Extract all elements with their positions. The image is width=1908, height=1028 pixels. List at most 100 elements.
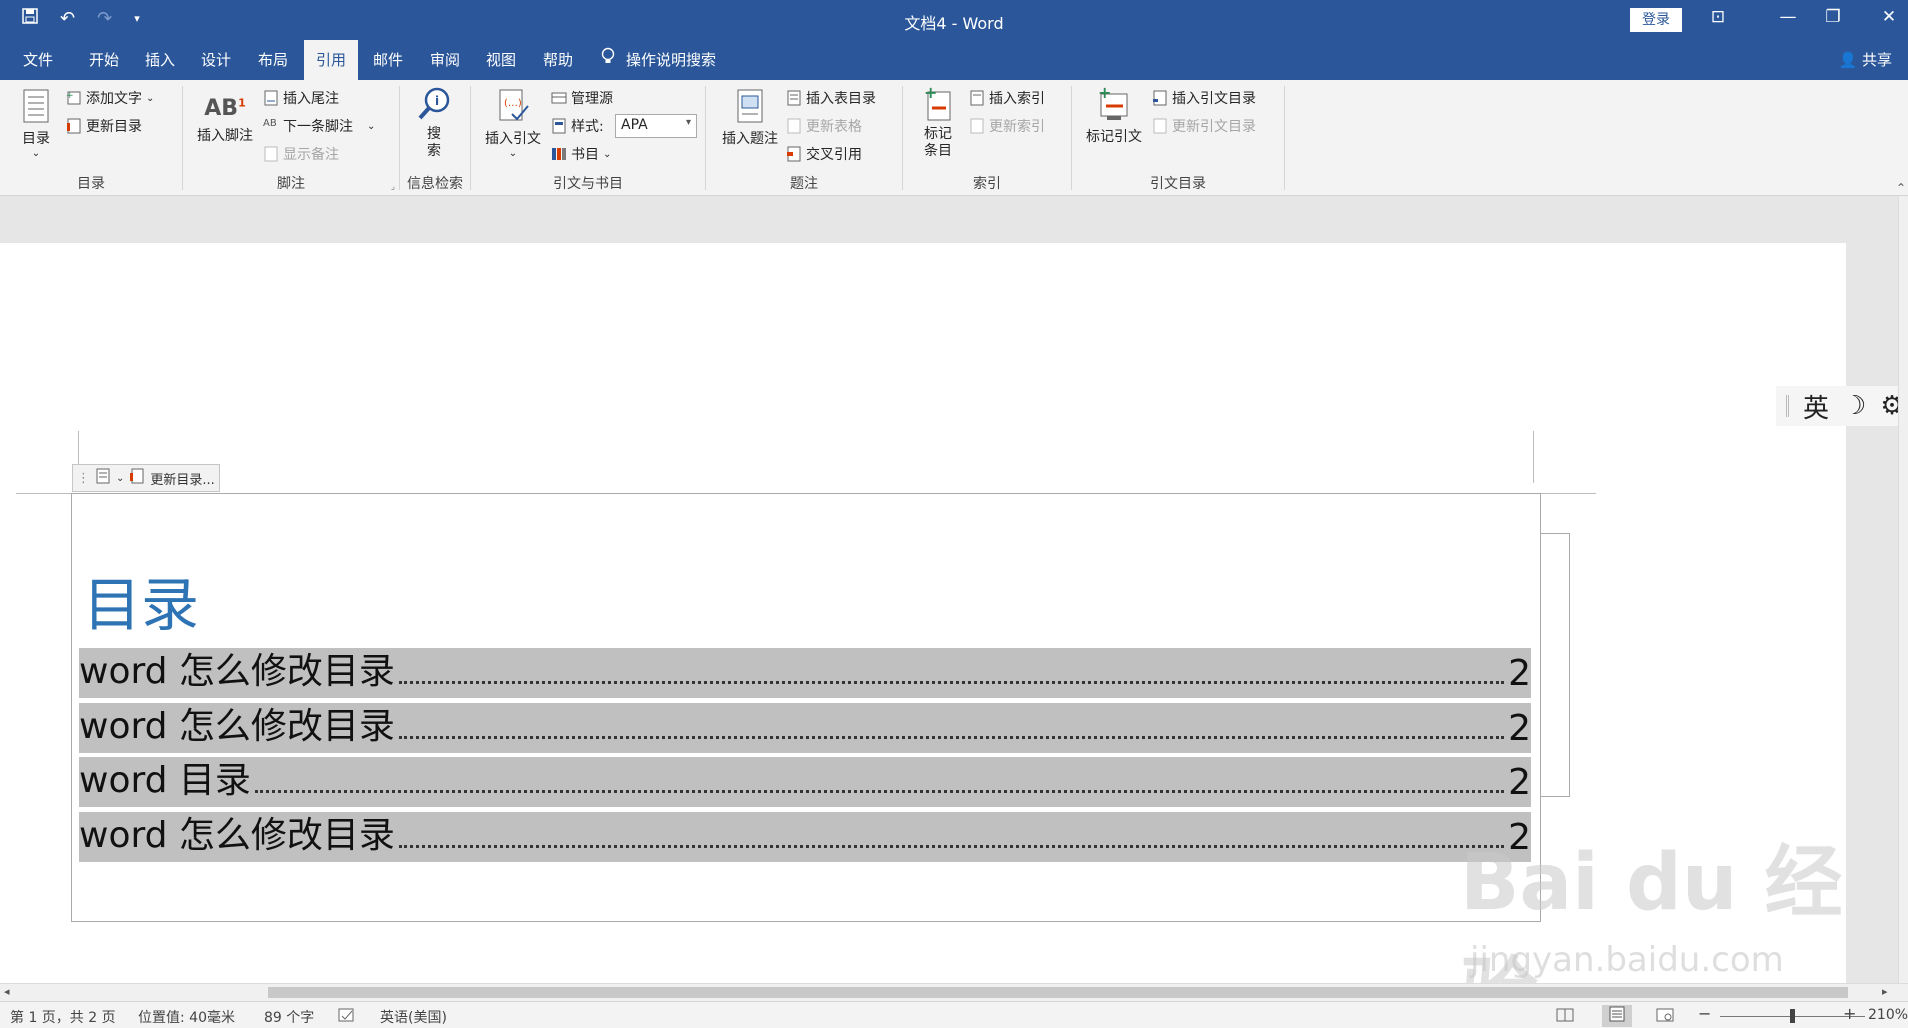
tab-view[interactable]: 视图 [477, 40, 525, 80]
person-icon: 👤 [1838, 51, 1858, 69]
tab-file[interactable]: 文件 [14, 40, 62, 80]
toc-icon [23, 89, 49, 123]
update-table-button[interactable]: 更新表格 [786, 116, 862, 136]
insert-endnote-button[interactable]: 插入尾注 [263, 88, 339, 108]
zoom-in-button[interactable]: + [1843, 1004, 1856, 1023]
zoom-level[interactable]: 210% [1868, 1007, 1908, 1023]
chevron-down-icon[interactable]: ⌄ [116, 473, 124, 484]
tab-help[interactable]: 帮助 [534, 40, 582, 80]
vertical-scrollbar[interactable] [1898, 196, 1908, 983]
ribbon-display-options-icon[interactable]: ⊡ [1703, 7, 1733, 27]
update-toc-icon [66, 118, 82, 134]
mark-entry-button[interactable]: + 标记 条目 [913, 86, 963, 160]
word-count[interactable]: 89 个字 [264, 1007, 314, 1027]
tab-home[interactable]: 开始 [80, 40, 128, 80]
search-button[interactable]: i 搜 索 [414, 86, 454, 160]
scroll-right-icon[interactable]: ▸ [1882, 985, 1888, 998]
drag-handle-icon[interactable]: ⋮ [77, 471, 90, 486]
bibliography-button[interactable]: 书目 ⌄ [551, 144, 611, 164]
tab-design[interactable]: 设计 [192, 40, 240, 80]
print-layout-icon[interactable] [1602, 1005, 1632, 1027]
show-notes-label: 显示备注 [283, 147, 339, 163]
tab-mailings[interactable]: 邮件 [364, 40, 412, 80]
ribbon: 目录 ⌄ + 添加文字 ⌄ 更新目录 目录 AB1 插入脚注 插入尾注 AB 下一… [0, 80, 1908, 196]
style-dropdown[interactable]: APA ▾ [615, 114, 697, 138]
svg-text:i: i [435, 94, 439, 108]
update-toc-control-label[interactable]: 更新目录... [150, 469, 214, 488]
login-button[interactable]: 登录 [1630, 8, 1682, 32]
horizontal-scroll-thumb[interactable] [268, 987, 1848, 998]
update-toc-label: 更新目录 [86, 119, 142, 135]
insert-table-of-authorities-button[interactable]: 插入引文目录 [1152, 88, 1256, 108]
toc-entry-text: word 怎么修改目录 [79, 815, 395, 856]
share-label: 共享 [1861, 51, 1892, 69]
update-table-icon [786, 118, 802, 134]
read-mode-icon[interactable] [1556, 1007, 1574, 1027]
toc-leader-dots [398, 845, 1505, 848]
horizontal-scrollbar[interactable]: ◂ ▸ [0, 983, 1908, 1001]
zoom-slider-knob[interactable] [1790, 1009, 1795, 1023]
cross-reference-button[interactable]: 交叉引用 [786, 144, 862, 164]
toc-entry-text: word 怎么修改目录 [79, 706, 395, 747]
group-label: 索引 [973, 176, 1001, 192]
collapse-ribbon-icon[interactable]: ⌃ [1896, 181, 1906, 195]
next-footnote-button[interactable]: AB 下一条脚注 ⌄ [263, 116, 375, 136]
update-index-button[interactable]: 更新索引 [969, 116, 1045, 136]
add-text-button[interactable]: + 添加文字 ⌄ [66, 88, 154, 108]
web-layout-icon[interactable] [1656, 1007, 1674, 1027]
toc-entry-page: 2 [1508, 653, 1531, 694]
language-indicator[interactable]: 英语(美国) [380, 1007, 447, 1027]
mark-citation-button[interactable]: + 标记引文 [1082, 86, 1146, 146]
minimize-icon[interactable]: — [1773, 7, 1803, 27]
ime-language-toggle[interactable]: 英 [1803, 388, 1829, 425]
toc-entry[interactable]: word 怎么修改目录 2 [79, 648, 1531, 698]
tell-me-label: 操作说明搜索 [626, 51, 717, 69]
share-button[interactable]: 👤 共享 [1839, 40, 1892, 80]
page-count[interactable]: 第 1 页，共 2 页 [10, 1007, 116, 1027]
insert-citation-button[interactable]: (…) 插入引文 ⌄ [481, 88, 545, 159]
toc-content-control-tab[interactable]: ⋮ ⌄ 更新目录... [72, 464, 220, 492]
tab-layout[interactable]: 布局 [249, 40, 297, 80]
update-toc-icon [130, 468, 144, 488]
insert-caption-label: 插入题注 [722, 131, 778, 147]
tab-insert[interactable]: 插入 [136, 40, 184, 80]
manage-sources-button[interactable]: 管理源 [551, 88, 613, 108]
update-index-label: 更新索引 [989, 119, 1045, 135]
ime-drag-handle[interactable] [1786, 395, 1789, 417]
insert-index-button[interactable]: 插入索引 [969, 88, 1045, 108]
tab-references[interactable]: 引用 [304, 40, 358, 80]
chevron-down-icon: ⌄ [31, 148, 41, 159]
position-value[interactable]: 位置值: 40毫米 [138, 1007, 235, 1027]
toc-entry[interactable]: word 怎么修改目录 2 [79, 703, 1531, 753]
moon-icon[interactable]: ☽ [1843, 391, 1866, 421]
toc-entry[interactable]: word 目录 2 [79, 757, 1531, 807]
svg-text:+: + [1098, 86, 1111, 102]
toc-button[interactable]: 目录 ⌄ [16, 88, 56, 159]
tell-me-search[interactable]: 操作说明搜索 [600, 40, 740, 80]
insert-citation-icon: (…) [499, 89, 529, 121]
style-value: APA [621, 117, 648, 133]
update-table-button[interactable]: 更新目录 [66, 116, 142, 136]
show-notes-button[interactable]: 显示备注 [263, 144, 339, 164]
toc-menu-icon[interactable] [96, 468, 110, 488]
group-footnotes: AB1 插入脚注 插入尾注 AB 下一条脚注 ⌄ 显示备注 脚注 ⌟ [183, 80, 399, 196]
close-icon[interactable]: ✕ [1874, 7, 1904, 27]
zoom-out-button[interactable]: − [1698, 1004, 1711, 1023]
footnote-icon: AB1 [204, 96, 246, 121]
insert-caption-button[interactable]: 插入题注 [718, 88, 782, 148]
restore-icon[interactable]: ❐ [1818, 7, 1848, 27]
dialog-launcher-icon[interactable]: ⌟ [391, 182, 395, 192]
scroll-left-icon[interactable]: ◂ [4, 985, 10, 998]
update-toa-icon [1152, 118, 1168, 134]
chevron-down-icon: ⌄ [603, 148, 612, 160]
update-table-of-authorities-button[interactable]: 更新引文目录 [1152, 116, 1256, 136]
toc-entry[interactable]: word 怎么修改目录 2 [79, 812, 1531, 862]
chevron-down-icon: ⌄ [367, 120, 376, 132]
endnote-icon [263, 90, 279, 106]
tab-review[interactable]: 审阅 [421, 40, 469, 80]
insert-footnote-button[interactable]: AB1 插入脚注 [193, 96, 257, 145]
proofing-icon[interactable] [338, 1007, 356, 1027]
insert-table-of-figures-button[interactable]: 插入表目录 [786, 88, 876, 108]
cross-reference-label: 交叉引用 [806, 147, 862, 163]
mark-entry-label: 标记 条目 [924, 126, 952, 159]
